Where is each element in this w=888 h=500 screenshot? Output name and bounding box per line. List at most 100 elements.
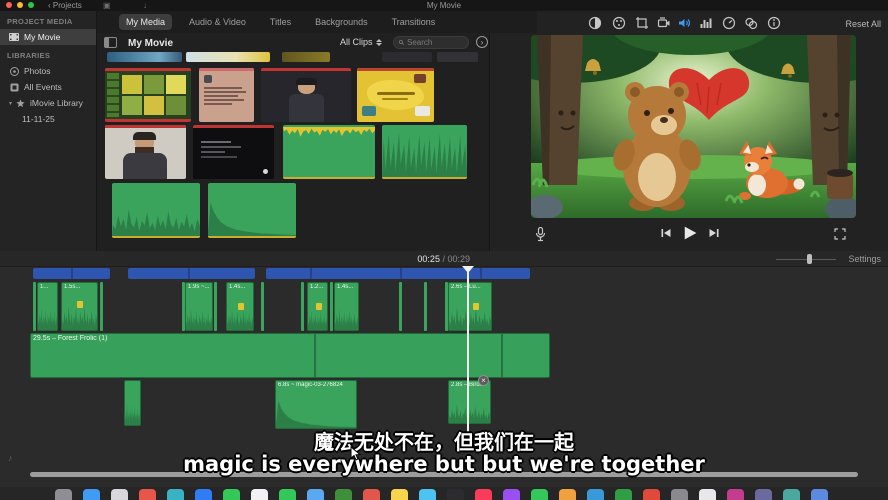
- thin-clip[interactable]: [301, 282, 304, 331]
- dock-icon[interactable]: [55, 489, 72, 500]
- color-balance-icon[interactable]: [588, 16, 602, 30]
- clip-thumbnail-person[interactable]: [261, 68, 351, 122]
- audio-clip[interactable]: 2.6s – Lu...: [448, 282, 492, 331]
- title-bar-clip[interactable]: [33, 268, 110, 279]
- clip-filter-dropdown[interactable]: All Clips: [340, 37, 382, 47]
- speed-icon[interactable]: [722, 16, 736, 30]
- dock-icon[interactable]: [783, 489, 800, 500]
- sidebar-item-my-movie[interactable]: My Movie: [0, 29, 96, 45]
- audio-clip[interactable]: 1.4s...: [226, 282, 254, 331]
- thin-clip[interactable]: [214, 282, 217, 331]
- clip-thumbnail-audio[interactable]: [112, 183, 200, 238]
- volume-icon[interactable]: [677, 16, 691, 30]
- dock-icon[interactable]: [503, 489, 520, 500]
- circled-arrow-icon[interactable]: ›: [476, 36, 488, 48]
- audio-clip[interactable]: 6.8s ~ magic-03-276824: [275, 380, 357, 429]
- dock-icon[interactable]: [699, 489, 716, 500]
- dock-icon[interactable]: [279, 489, 296, 500]
- audio-clip[interactable]: 1.5s...: [61, 282, 98, 331]
- clip-thumbnail-audio[interactable]: [208, 183, 296, 238]
- next-frame-icon[interactable]: [709, 228, 719, 238]
- timeline-zoom-thumb[interactable]: [807, 254, 812, 264]
- crop-icon[interactable]: [635, 16, 649, 30]
- dock-icon[interactable]: [447, 489, 464, 500]
- sidebar-item-event-date[interactable]: 11-11-25: [0, 111, 96, 127]
- title-bar-clip[interactable]: [128, 268, 255, 279]
- stabilization-camera-icon[interactable]: [657, 16, 671, 30]
- tab-audio-video[interactable]: Audio & Video: [182, 14, 253, 30]
- music-track-clip[interactable]: 29.5s – Forest Frolic (1): [30, 333, 550, 378]
- search-input[interactable]: [407, 38, 463, 47]
- tab-titles[interactable]: Titles: [263, 14, 298, 30]
- dock-icon[interactable]: [335, 489, 352, 500]
- previous-frame-icon[interactable]: [661, 228, 671, 238]
- dock-icon[interactable]: [419, 489, 436, 500]
- noise-reduction-eq-icon[interactable]: [699, 16, 713, 30]
- dock-icon[interactable]: [83, 489, 100, 500]
- audio-clip[interactable]: 1.2...: [307, 282, 328, 331]
- audio-clip[interactable]: 1.4s...: [334, 282, 359, 331]
- clip-thumbnail-document[interactable]: [199, 68, 254, 122]
- dock-icon[interactable]: [475, 489, 492, 500]
- thin-clip[interactable]: [424, 282, 427, 331]
- play-button-icon[interactable]: [683, 226, 697, 240]
- dock-icon[interactable]: [167, 489, 184, 500]
- dock-icon[interactable]: [671, 489, 688, 500]
- thin-clip[interactable]: [330, 282, 333, 331]
- sidebar-item-photos[interactable]: Photos: [0, 63, 96, 79]
- playhead-line[interactable]: [467, 266, 469, 434]
- remove-clip-icon[interactable]: ×: [478, 375, 489, 386]
- title-bar-clip[interactable]: [266, 268, 530, 279]
- clip-thumbnail-screen[interactable]: [193, 125, 274, 179]
- clip-thumbnail[interactable]: [282, 52, 330, 62]
- timeline-settings-button[interactable]: Settings: [848, 254, 881, 264]
- clip-thumbnail[interactable]: [437, 52, 478, 62]
- clip-thumbnail[interactable]: [382, 52, 432, 62]
- dock-icon[interactable]: [643, 489, 660, 500]
- dock-icon[interactable]: [727, 489, 744, 500]
- sidebar-item-all-events[interactable]: All Events: [0, 79, 96, 95]
- clip-information-icon[interactable]: [767, 16, 781, 30]
- dock-icon[interactable]: [223, 489, 240, 500]
- timeline-zoom-slider[interactable]: [776, 259, 836, 260]
- tab-transitions[interactable]: Transitions: [385, 14, 443, 30]
- clip-thumbnail[interactable]: [186, 52, 270, 62]
- thin-clip[interactable]: [399, 282, 402, 331]
- color-correction-palette-icon[interactable]: [612, 16, 626, 30]
- search-field[interactable]: [393, 36, 469, 49]
- audio-clip[interactable]: 2.8s – Bird...: [448, 380, 491, 424]
- clip-thumbnail[interactable]: [107, 52, 182, 62]
- audio-clip[interactable]: 1...: [37, 282, 58, 331]
- audio-clip[interactable]: [124, 380, 141, 426]
- tab-backgrounds[interactable]: Backgrounds: [308, 14, 375, 30]
- thin-clip[interactable]: [261, 282, 264, 331]
- dock-icon[interactable]: [195, 489, 212, 500]
- sidebar-toggle-icon[interactable]: [104, 37, 117, 48]
- sidebar-item-imovie-library[interactable]: ▾ iMovie Library: [0, 95, 96, 111]
- reset-all-button[interactable]: Reset All: [845, 19, 881, 29]
- playhead-marker[interactable]: [462, 266, 474, 273]
- dock-icon[interactable]: [811, 489, 828, 500]
- dock-icon[interactable]: [307, 489, 324, 500]
- tab-my-media[interactable]: My Media: [119, 14, 172, 30]
- dock-icon[interactable]: [755, 489, 772, 500]
- thin-clip[interactable]: [33, 282, 36, 331]
- clip-thumbnail-photo-grid[interactable]: [105, 68, 191, 122]
- clip-thumbnail-promo[interactable]: [357, 68, 434, 122]
- clip-thumbnail-audio[interactable]: [382, 125, 467, 179]
- dock-icon[interactable]: [559, 489, 576, 500]
- dock-icon[interactable]: [111, 489, 128, 500]
- chevron-down-icon[interactable]: ▾: [9, 100, 12, 107]
- dock-icon[interactable]: [587, 489, 604, 500]
- dock-icon[interactable]: [251, 489, 268, 500]
- clip-thumbnail-webcam[interactable]: [105, 125, 186, 179]
- video-preview[interactable]: [531, 35, 856, 218]
- dock-icon[interactable]: [531, 489, 548, 500]
- dock-icon[interactable]: [363, 489, 380, 500]
- dock-icon[interactable]: [391, 489, 408, 500]
- clip-filter-effects-icon[interactable]: [744, 16, 758, 30]
- clip-thumbnail-audio[interactable]: [283, 125, 375, 179]
- audio-clip[interactable]: 1.9s ~...: [185, 282, 213, 331]
- dock-icon[interactable]: [139, 489, 156, 500]
- thin-clip[interactable]: [100, 282, 103, 331]
